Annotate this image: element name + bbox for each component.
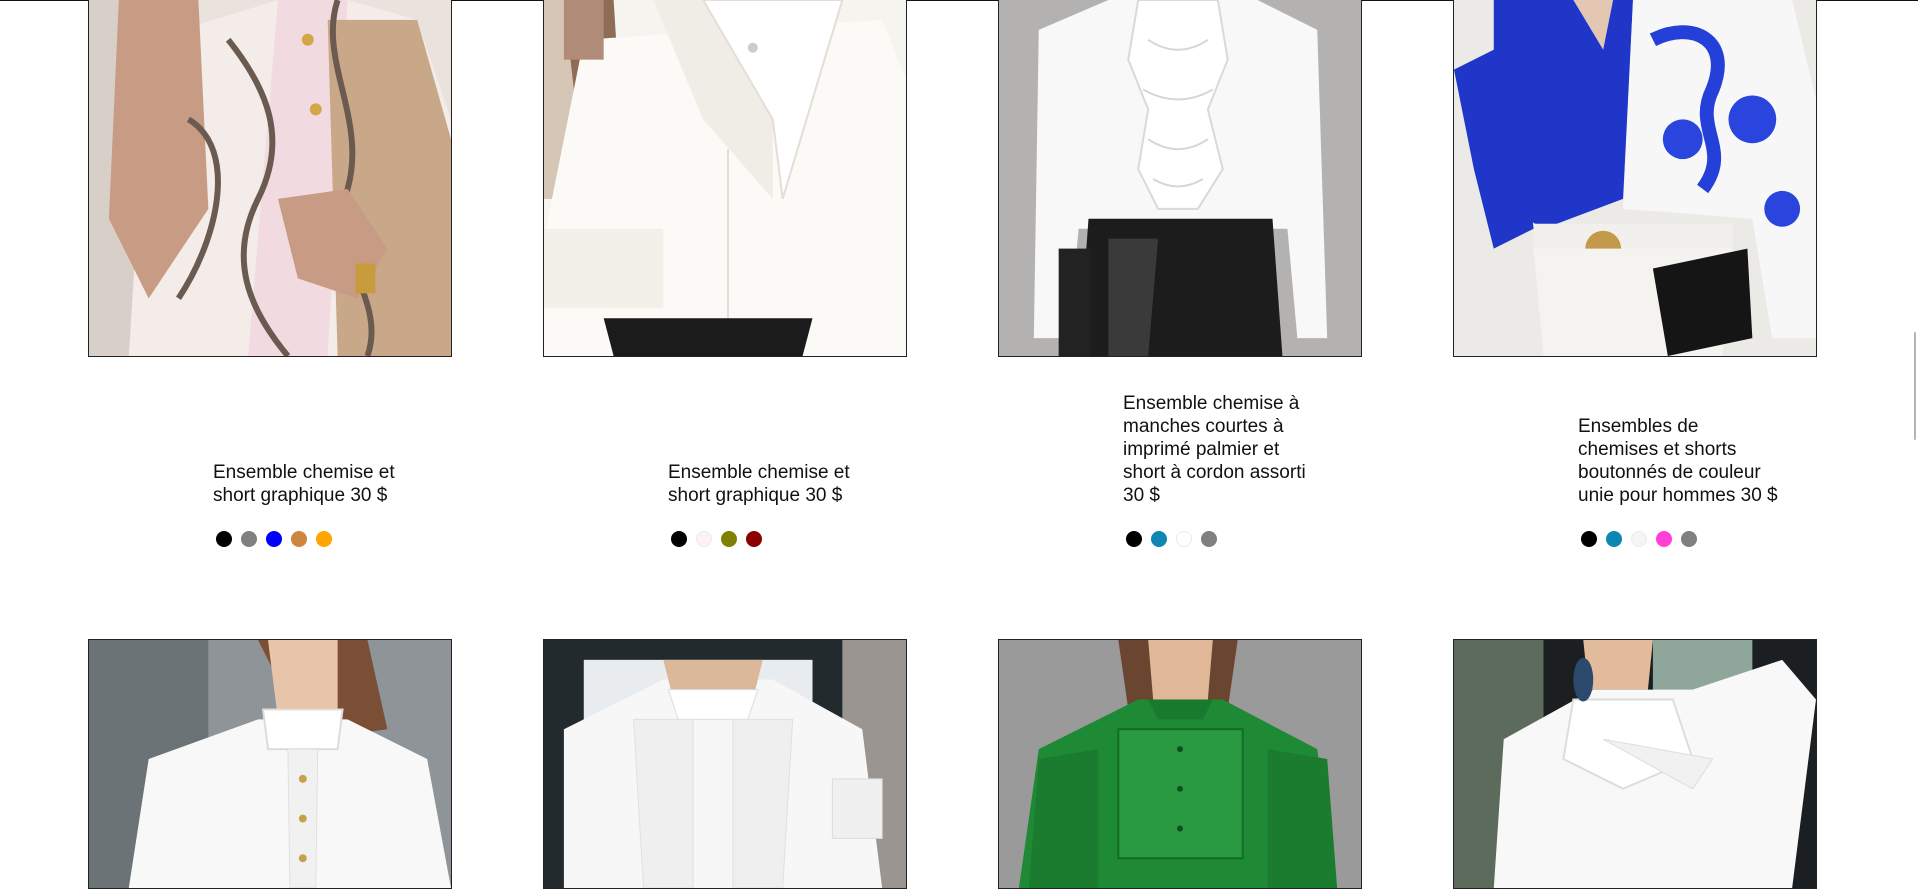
product-image-white-ruffle-collar-blouse[interactable]: [88, 639, 452, 889]
color-swatch[interactable]: [1681, 531, 1697, 547]
color-swatch[interactable]: [241, 531, 257, 547]
product-image-white-asymmetric-collar-blouse[interactable]: [543, 0, 907, 357]
color-swatch[interactable]: [721, 531, 737, 547]
color-swatch[interactable]: [1151, 531, 1167, 547]
color-swatch[interactable]: [291, 531, 307, 547]
product-image-white-ruffle-blouse-leather-skirt[interactable]: [998, 0, 1362, 357]
color-swatch[interactable]: [266, 531, 282, 547]
color-swatch[interactable]: [671, 531, 687, 547]
color-swatch[interactable]: [216, 531, 232, 547]
product-title[interactable]: Ensemble chemise et short graphique 30 $: [668, 392, 868, 507]
product-title[interactable]: Ensemble chemise et short graphique 30 $: [213, 392, 413, 507]
color-swatch[interactable]: [1126, 531, 1142, 547]
color-swatch[interactable]: [316, 531, 332, 547]
product-image-white-bow-neck-blouse[interactable]: [1453, 639, 1817, 889]
color-swatch[interactable]: [1656, 531, 1672, 547]
color-swatch[interactable]: [746, 531, 762, 547]
color-swatch[interactable]: [1581, 531, 1597, 547]
product-image-green-lace-blouse[interactable]: [998, 639, 1362, 889]
color-swatch[interactable]: [696, 531, 712, 547]
color-swatches: [216, 531, 332, 547]
product-title[interactable]: Ensembles de chemises et shorts boutonné…: [1578, 392, 1778, 507]
product-title[interactable]: Ensemble chemise à manches courtes à imp…: [1123, 392, 1323, 507]
color-swatches: [1126, 531, 1217, 547]
product-image-white-lace-front-blouse[interactable]: [543, 639, 907, 889]
color-swatches: [671, 531, 762, 547]
product-image-chain-print-blouse[interactable]: [88, 0, 452, 357]
color-swatch[interactable]: [1176, 531, 1192, 547]
color-swatch[interactable]: [1606, 531, 1622, 547]
scrollbar-thumb[interactable]: [1914, 332, 1916, 440]
color-swatch[interactable]: [1631, 531, 1647, 547]
color-swatches: [1581, 531, 1697, 547]
color-swatch[interactable]: [1201, 531, 1217, 547]
product-image-blue-white-floral-blouse[interactable]: [1453, 0, 1817, 357]
